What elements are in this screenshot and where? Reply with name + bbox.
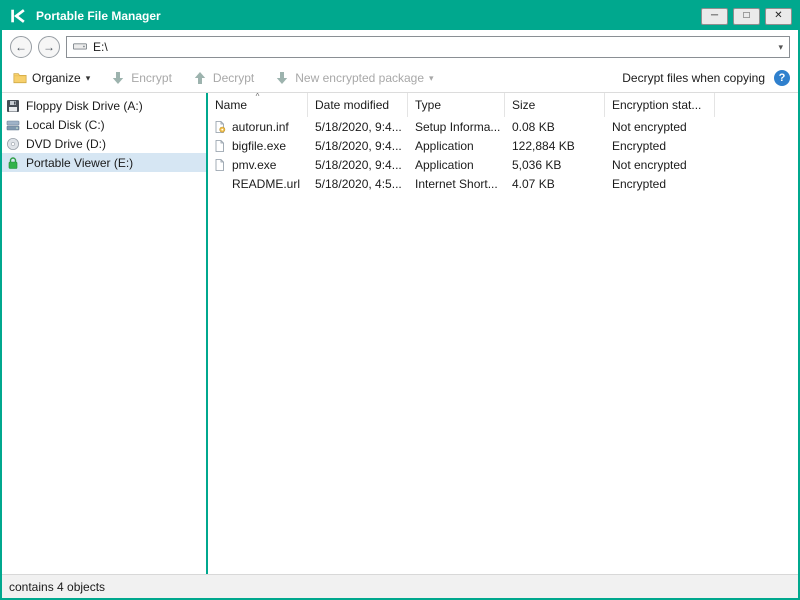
forward-button[interactable]: →: [38, 36, 60, 58]
address-path: E:\: [93, 40, 108, 54]
file-list-header: Name ^ Date modified Type Size Encryptio…: [208, 92, 798, 117]
blank-file-icon: [213, 177, 227, 191]
file-size-cell: 4.07 KB: [512, 176, 555, 191]
sidebar-item-label: DVD Drive (D:): [26, 136, 106, 151]
drive-icon: [73, 40, 87, 54]
file-encryption-cell: Encrypted: [612, 176, 667, 191]
address-dropdown-icon[interactable]: ▾: [778, 42, 783, 53]
encrypt-button[interactable]: Encrypt: [109, 69, 175, 87]
decrypt-when-copying-label: Decrypt files when copying: [622, 71, 765, 85]
file-list: Name ^ Date modified Type Size Encryptio…: [208, 92, 798, 574]
sidebar-item-dvd-drive-d[interactable]: DVD Drive (D:): [2, 134, 206, 153]
file-date-cell: 5/18/2020, 9:4...: [315, 157, 402, 172]
sidebar-item-label: Floppy Disk Drive (A:): [26, 98, 143, 113]
encrypt-arrow-down-icon: [112, 71, 126, 85]
back-button[interactable]: ←: [10, 36, 32, 58]
column-header-label: Size: [512, 98, 536, 112]
package-arrow-down-icon: [276, 71, 290, 85]
file-date-cell: 5/18/2020, 9:4...: [315, 119, 402, 134]
column-header-encryption-status[interactable]: Encryption stat...: [605, 93, 715, 117]
file-name: pmv.exe: [232, 157, 277, 172]
file-name: autorun.inf: [232, 119, 289, 134]
file-type-cell: Application: [415, 138, 474, 153]
navigation-bar: ← → E:\ ▾: [2, 30, 798, 64]
file-name: README.url: [232, 176, 301, 191]
sidebar-item-local-disk-c[interactable]: Local Disk (C:): [2, 115, 206, 134]
sort-ascending-icon: ^: [255, 92, 260, 101]
column-header-label: Date modified: [315, 98, 390, 112]
column-header-type[interactable]: Type: [408, 93, 505, 117]
sidebar-item-portable-viewer-e[interactable]: Portable Viewer (E:): [2, 153, 206, 172]
chevron-down-icon: ▾: [85, 72, 91, 83]
maximize-button[interactable]: □: [733, 7, 760, 25]
organize-button[interactable]: Organize ▾: [10, 69, 93, 87]
main-area: Floppy Disk Drive (A:) Local Disk (C:) D…: [2, 92, 798, 574]
file-encryption-cell: Encrypted: [612, 138, 667, 153]
column-header-filler: [715, 93, 798, 117]
application-file-icon: [213, 139, 227, 153]
file-size-cell: 5,036 KB: [512, 157, 562, 172]
file-type-cell: Application: [415, 157, 474, 172]
file-name-cell: pmv.exe: [208, 158, 308, 172]
toolbar-right: Decrypt files when copying ?: [622, 70, 790, 86]
minimize-button[interactable]: ─: [701, 7, 728, 25]
window-controls: ─ □ ✕: [701, 7, 792, 25]
file-size-cell: 0.08 KB: [512, 119, 555, 134]
file-date-cell: 5/18/2020, 4:5...: [315, 176, 402, 191]
window-title: Portable File Manager: [36, 9, 161, 23]
file-type-cell: Setup Informa...: [415, 119, 501, 134]
column-header-size[interactable]: Size: [505, 93, 605, 117]
status-bar: contains 4 objects: [2, 574, 798, 598]
close-button[interactable]: ✕: [765, 7, 792, 25]
folder-icon: [13, 71, 27, 85]
hard-disk-icon: [6, 118, 20, 132]
file-name-cell: README.url: [208, 177, 308, 191]
floppy-disk-icon: [6, 99, 20, 113]
status-text: contains 4 objects: [9, 579, 106, 594]
file-name-cell: bigfile.exe: [208, 139, 308, 153]
column-header-date-modified[interactable]: Date modified: [308, 93, 408, 117]
file-encryption-cell: Not encrypted: [612, 119, 687, 134]
file-row-pmv-exe[interactable]: pmv.exe 5/18/2020, 9:4... Application 5,…: [208, 155, 798, 174]
new-encrypted-package-button[interactable]: New encrypted package ▾: [273, 69, 436, 87]
encrypt-label: Encrypt: [131, 71, 172, 85]
file-size-cell: 122,884 KB: [512, 138, 575, 153]
file-encryption-cell: Not encrypted: [612, 157, 687, 172]
decrypt-label: Decrypt: [212, 71, 255, 85]
file-name: bigfile.exe: [232, 138, 287, 153]
new-encrypted-package-label: New encrypted package: [295, 71, 425, 85]
chevron-down-icon: ▾: [429, 72, 434, 83]
file-type-cell: Internet Short...: [415, 176, 498, 191]
title-bar: Portable File Manager ─ □ ✕: [2, 2, 798, 30]
kaspersky-logo-icon: [8, 6, 28, 26]
organize-label: Organize: [32, 71, 81, 85]
column-header-name[interactable]: Name ^: [208, 92, 308, 117]
sidebar-drive-tree: Floppy Disk Drive (A:) Local Disk (C:) D…: [2, 93, 206, 574]
file-row-readme-url[interactable]: README.url 5/18/2020, 4:5... Internet Sh…: [208, 174, 798, 193]
dvd-disc-icon: [6, 137, 20, 151]
sidebar-item-label: Local Disk (C:): [26, 117, 105, 132]
setup-information-file-icon: [213, 120, 227, 134]
column-header-label: Type: [415, 98, 442, 112]
file-date-cell: 5/18/2020, 9:4...: [315, 138, 402, 153]
column-header-label: Name: [215, 98, 248, 112]
sidebar-item-floppy-drive-a[interactable]: Floppy Disk Drive (A:): [2, 96, 206, 115]
address-bar[interactable]: E:\ ▾: [66, 36, 790, 58]
toolbar: Organize ▾ Encrypt Decrypt New encrypted…: [2, 64, 798, 93]
application-file-icon: [213, 158, 227, 172]
file-row-bigfile-exe[interactable]: bigfile.exe 5/18/2020, 9:4... Applicatio…: [208, 136, 798, 155]
column-header-label: Encryption stat...: [612, 98, 702, 112]
decrypt-arrow-up-icon: [194, 71, 208, 85]
decrypt-button[interactable]: Decrypt: [191, 69, 257, 87]
help-icon[interactable]: ?: [774, 70, 790, 86]
portable-file-manager-window: Portable File Manager ─ □ ✕ ← → E:\ ▾ Or…: [0, 0, 800, 600]
file-row-autorun-inf[interactable]: autorun.inf 5/18/2020, 9:4... Setup Info…: [208, 117, 798, 136]
sidebar-item-label: Portable Viewer (E:): [26, 155, 134, 170]
lock-icon: [6, 156, 20, 170]
file-name-cell: autorun.inf: [208, 120, 308, 134]
